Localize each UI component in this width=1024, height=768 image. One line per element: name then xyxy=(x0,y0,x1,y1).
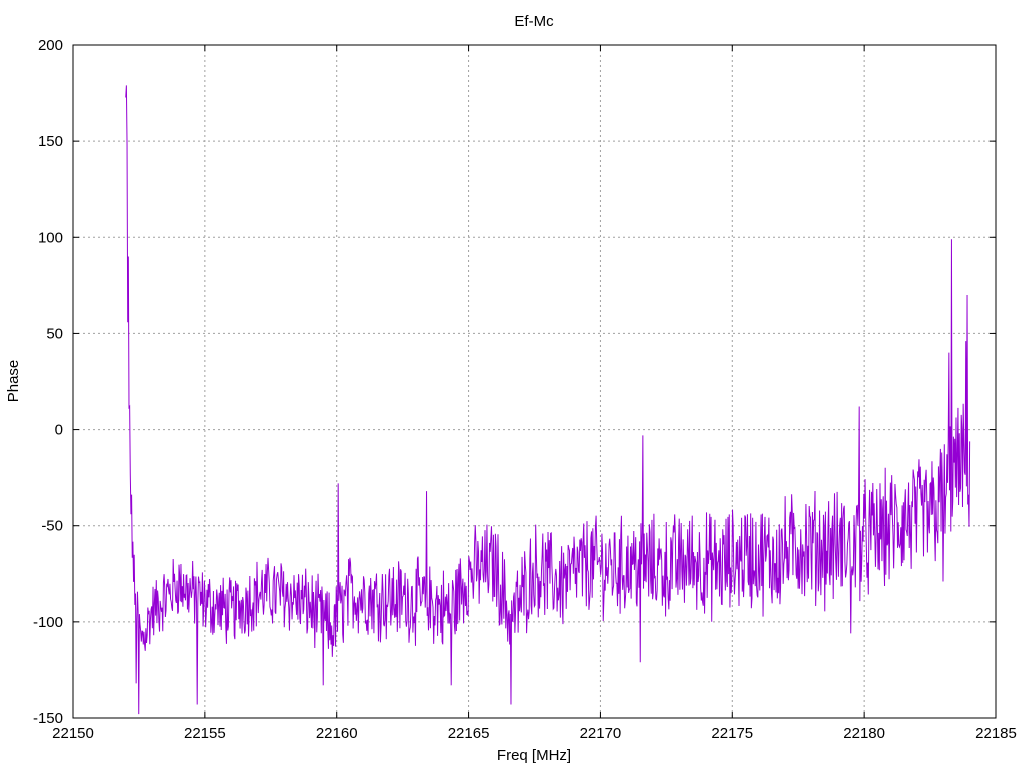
y-tick-label: 100 xyxy=(38,229,63,246)
y-tick-labels: -150 -100 -50 0 50 100 150 200 xyxy=(33,37,63,727)
x-tick-label: 22170 xyxy=(580,725,622,742)
x-axis-label: Freq [MHz] xyxy=(497,747,571,764)
x-tick-label: 22180 xyxy=(843,725,885,742)
y-tick-label: -150 xyxy=(33,710,63,727)
x-tick-label: 22160 xyxy=(316,725,358,742)
y-tick-label: 150 xyxy=(38,133,63,150)
phase-chart: 22150 22155 22160 22165 22170 22175 22180 22185… xyxy=(5,13,1017,764)
y-tick-label: -100 xyxy=(33,614,63,631)
x-tick-label: 22185 xyxy=(975,725,1017,742)
chart-title: Ef-Mc xyxy=(514,13,554,30)
x-tick-labels: 22150 22155 22160 22165 22170 22175 22180 22185 xyxy=(52,725,1017,742)
x-tick-label: 22150 xyxy=(52,725,94,742)
x-tick-label: 22165 xyxy=(448,725,490,742)
phase-series-line xyxy=(125,85,971,715)
x-tick-label: 22175 xyxy=(711,725,753,742)
y-tick-label: 50 xyxy=(46,325,63,342)
y-tick-label: 200 xyxy=(38,37,63,54)
x-tick-label: 22155 xyxy=(184,725,226,742)
y-tick-label: -50 xyxy=(41,518,63,535)
series-layer xyxy=(125,85,971,715)
y-tick-label: 0 xyxy=(55,422,63,439)
y-axis-label: Phase xyxy=(5,360,22,403)
